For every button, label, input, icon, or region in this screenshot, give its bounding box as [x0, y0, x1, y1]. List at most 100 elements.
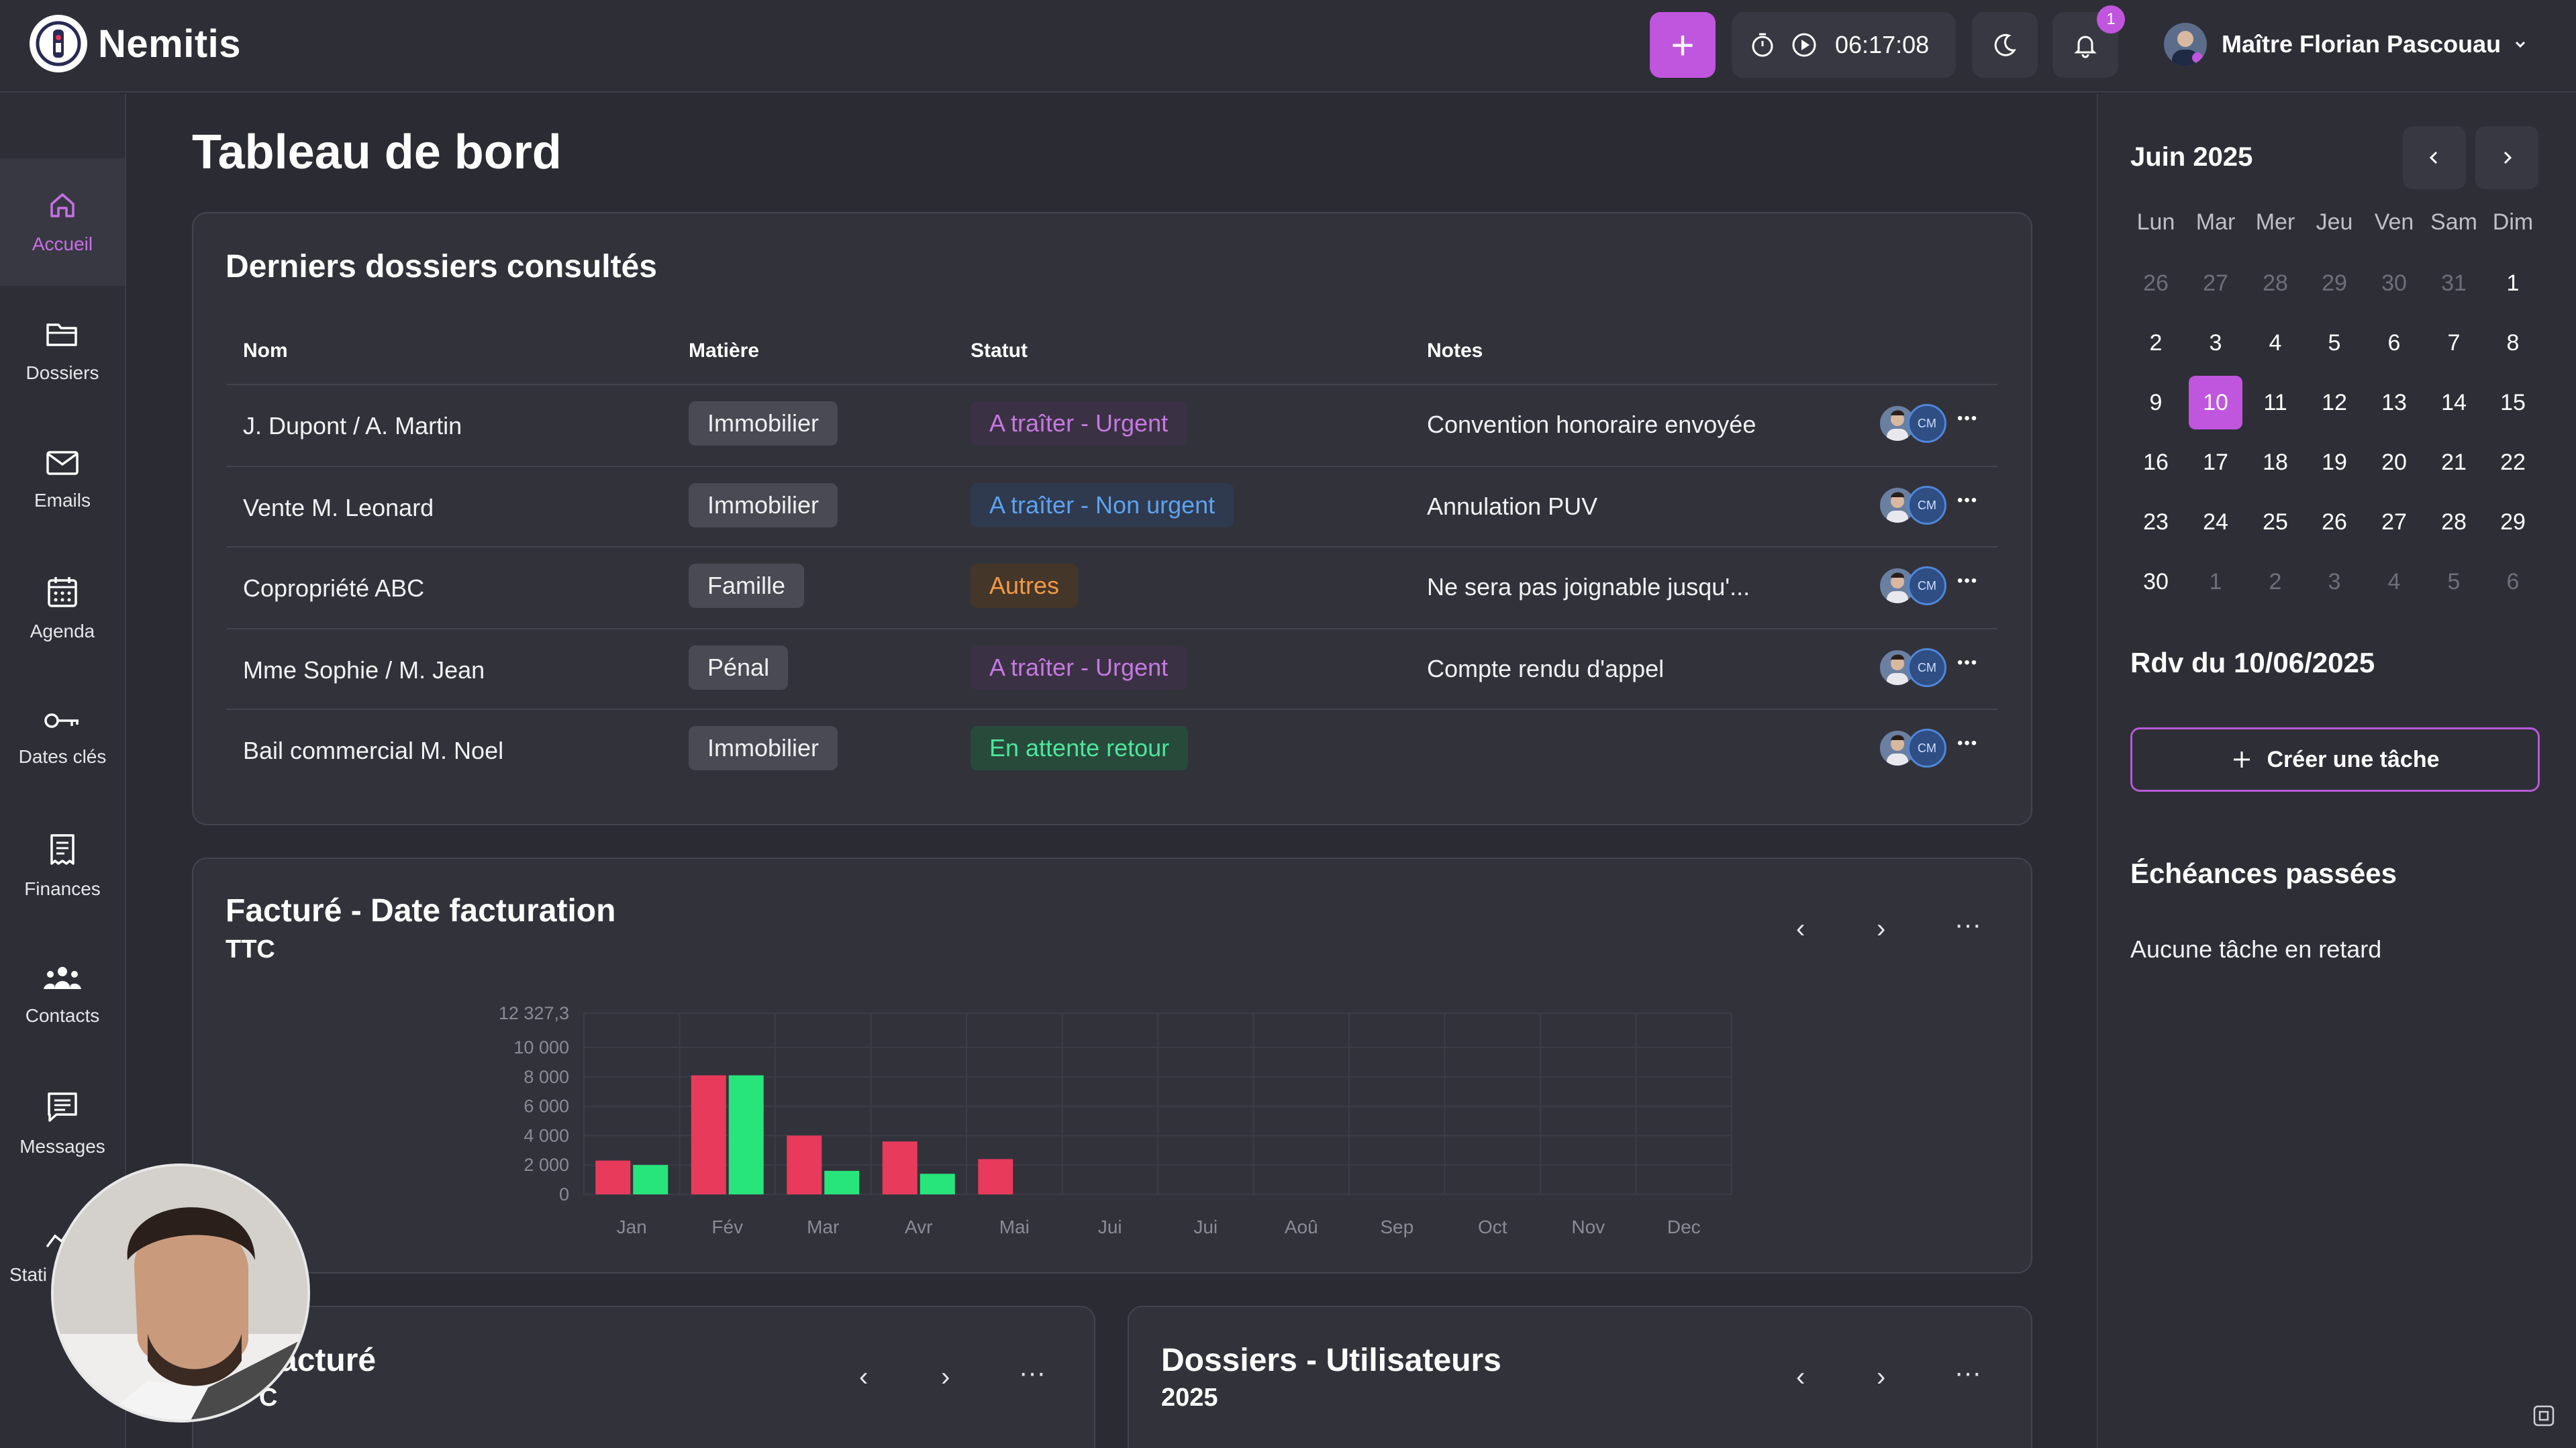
calendar-day[interactable]: 1 [2189, 555, 2242, 609]
app-logo[interactable]: Nemitis [30, 15, 241, 72]
chart-next-button[interactable]: › [1877, 914, 1885, 944]
calendar-day[interactable]: 8 [2486, 316, 2540, 370]
billing-chart-title: Facturé - Date facturation [226, 893, 616, 929]
calendar-day[interactable]: 3 [2308, 555, 2361, 609]
chart-bar [728, 1075, 764, 1194]
billed-more-button[interactable]: ··· [1019, 1358, 1046, 1388]
calendar-day[interactable]: 7 [2427, 316, 2481, 370]
column-header-status[interactable]: Statut [971, 340, 1028, 362]
sidebar-item-messages[interactable]: Messages [0, 1060, 125, 1188]
billed-next-button[interactable]: › [941, 1362, 950, 1392]
calendar-day[interactable]: 14 [2427, 376, 2481, 429]
calendar-day[interactable]: 18 [2248, 435, 2302, 489]
calendar-day[interactable]: 9 [2129, 376, 2183, 429]
calendar-day[interactable]: 28 [2248, 256, 2302, 310]
mail-icon [46, 451, 79, 475]
calendar-day[interactable]: 31 [2427, 256, 2481, 310]
calendar-day[interactable]: 29 [2486, 495, 2540, 549]
fullscreen-icon[interactable] [2532, 1404, 2556, 1428]
calendar-day[interactable]: 27 [2367, 495, 2421, 549]
calendar-day[interactable]: 15 [2486, 376, 2540, 429]
create-task-button[interactable]: Créer une tâche [2130, 727, 2540, 792]
weekday-label: Mer [2255, 209, 2295, 235]
calendar-day[interactable]: 23 [2129, 495, 2183, 549]
calendar-day[interactable]: 4 [2367, 555, 2421, 609]
y-tick-label: 4 000 [524, 1125, 569, 1145]
calendar-day[interactable]: 28 [2427, 495, 2481, 549]
files-users-prev-button[interactable]: ‹ [1796, 1362, 1805, 1392]
x-tick-label: Sep [1380, 1217, 1414, 1237]
calendar-day[interactable]: 26 [2308, 495, 2361, 549]
past-deadlines-empty: Aucune tâche en retard [2130, 935, 2382, 963]
calendar-day[interactable]: 16 [2129, 435, 2183, 489]
calendar-day[interactable]: 5 [2427, 555, 2481, 609]
chart-bar [691, 1075, 726, 1194]
status-badge: A traîter - Urgent [971, 401, 1187, 446]
calendar-day[interactable]: 30 [2367, 256, 2421, 310]
billing-chart-subtitle: TTC [226, 935, 275, 964]
calendar-day[interactable]: 6 [2367, 316, 2421, 370]
sidebar-item-dates-cles[interactable]: Dates clés [0, 674, 125, 801]
dark-mode-toggle[interactable] [1972, 12, 2038, 78]
column-header-notes[interactable]: Notes [1427, 340, 1483, 362]
calendar-day[interactable]: 13 [2367, 376, 2421, 429]
calendar-day[interactable]: 4 [2248, 316, 2302, 370]
calendar-day[interactable]: 2 [2248, 555, 2302, 609]
calendar-day[interactable]: 3 [2189, 316, 2242, 370]
chart-prev-button[interactable]: ‹ [1796, 914, 1805, 944]
play-icon[interactable] [1791, 32, 1818, 58]
calendar-day[interactable]: 20 [2367, 435, 2421, 489]
user-name: Maître Florian Pascouau [2222, 30, 2501, 58]
y-tick-label: 0 [559, 1184, 569, 1204]
row-more-button[interactable]: ••• [1957, 572, 1978, 590]
sidebar-item-dossiers[interactable]: Dossiers [0, 287, 125, 415]
calendar-day[interactable]: 11 [2248, 376, 2302, 429]
sidebar-item-contacts[interactable]: Contacts [0, 931, 125, 1059]
calendar-day[interactable]: 25 [2248, 495, 2302, 549]
sidebar-item-label: Stati [9, 1264, 48, 1285]
row-more-button[interactable]: ••• [1957, 491, 1978, 510]
user-menu[interactable]: Maître Florian Pascouau [2164, 23, 2528, 66]
sidebar-item-finances[interactable]: Finances [0, 803, 125, 930]
x-tick-label: Mar [807, 1217, 839, 1237]
calendar-day[interactable]: 27 [2189, 256, 2242, 310]
column-header-name[interactable]: Nom [243, 340, 288, 362]
x-tick-label: Jui [1193, 1217, 1218, 1237]
chart-more-button[interactable]: ··· [1954, 910, 1981, 940]
calendar-day[interactable]: 19 [2308, 435, 2361, 489]
timer-widget[interactable]: 06:17:08 [1732, 12, 1956, 78]
row-name: Vente M. Leonard [243, 494, 434, 521]
calendar-day[interactable]: 24 [2189, 495, 2242, 549]
row-more-button[interactable]: ••• [1957, 654, 1978, 672]
billed-prev-button[interactable]: ‹ [859, 1362, 868, 1392]
sidebar-item-accueil[interactable]: Accueil [0, 158, 125, 286]
y-tick-label: 10 000 [513, 1037, 569, 1057]
calendar-next-button[interactable] [2475, 126, 2538, 189]
row-more-button[interactable]: ••• [1957, 734, 1978, 753]
avatar [2164, 23, 2207, 66]
users-icon [44, 967, 81, 989]
row-notes: Annulation PUV [1427, 493, 1598, 520]
sidebar-item-emails[interactable]: Emails [0, 416, 125, 544]
calendar-day[interactable]: 22 [2486, 435, 2540, 489]
calendar-day[interactable]: 21 [2427, 435, 2481, 489]
files-users-next-button[interactable]: › [1877, 1362, 1885, 1392]
calendar-day[interactable]: 12 [2308, 376, 2361, 429]
calendar-day[interactable]: 30 [2129, 555, 2183, 609]
calendar-day[interactable]: 2 [2129, 316, 2183, 370]
calendar-day[interactable]: 6 [2486, 555, 2540, 609]
assignee-avatars: CM [1878, 566, 1952, 607]
calendar-day[interactable]: 5 [2308, 316, 2361, 370]
calendar-day[interactable]: 1 [2486, 256, 2540, 310]
calendar-day[interactable]: 26 [2129, 256, 2183, 310]
calendar-prev-button[interactable] [2403, 126, 2466, 189]
files-users-more-button[interactable]: ··· [1954, 1358, 1981, 1388]
row-more-button[interactable]: ••• [1957, 409, 1978, 428]
calendar-day-today[interactable]: 10 [2189, 376, 2242, 429]
calendar-day[interactable]: 29 [2308, 256, 2361, 310]
calendar-day[interactable]: 17 [2189, 435, 2242, 489]
sidebar-item-agenda[interactable]: Agenda [0, 545, 125, 672]
x-tick-label: Fév [711, 1217, 743, 1237]
column-header-matter[interactable]: Matière [689, 340, 759, 362]
add-button[interactable]: + [1650, 12, 1716, 78]
